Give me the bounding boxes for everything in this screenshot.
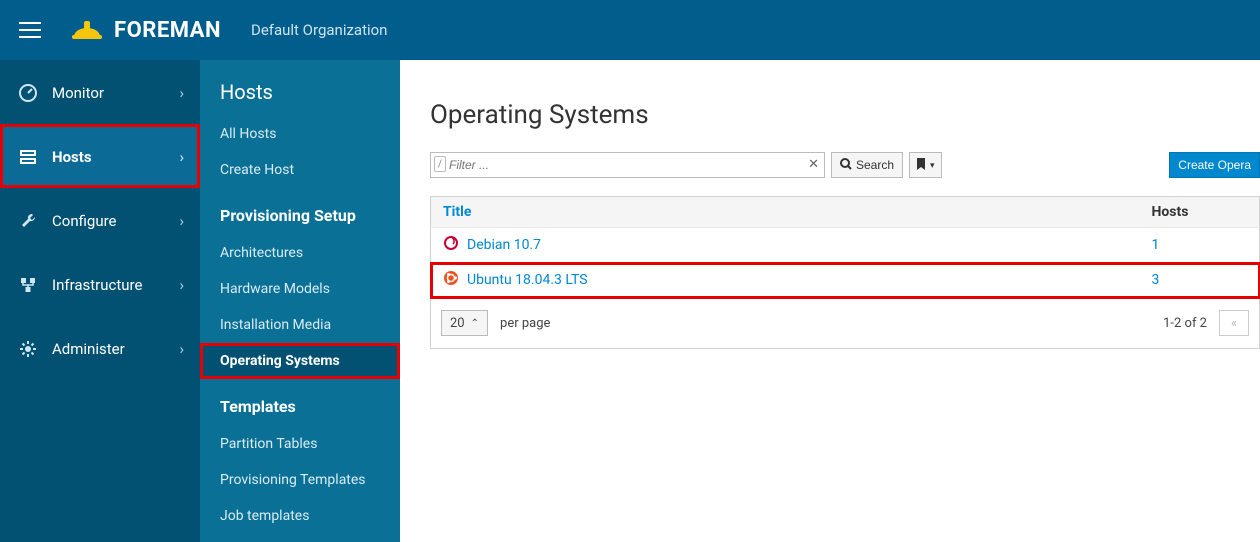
- chevron-down-icon: ▾: [930, 160, 935, 171]
- top-bar: FOREMAN Default Organization: [0, 0, 1260, 60]
- toolbar: / ✕ Search ▾ Create Opera: [430, 152, 1260, 178]
- brand-text: FOREMAN: [114, 18, 221, 43]
- filter-input[interactable]: [430, 152, 825, 178]
- sidebar-item-label: Infrastructure: [52, 276, 142, 294]
- col-title[interactable]: Title: [431, 197, 1140, 228]
- slash-shortcut-icon: /: [434, 156, 446, 172]
- table-row: Ubuntu 18.04.3 LTS 3: [431, 263, 1260, 298]
- per-page-label: per page: [500, 316, 550, 331]
- secondary-sidebar-title: Hosts: [200, 80, 400, 116]
- sec-link-architectures[interactable]: Architectures: [200, 235, 400, 271]
- pagination-bar: 20 ⌃ per page 1-2 of 2 «: [430, 298, 1260, 349]
- main-content: Operating Systems / ✕ Search ▾ Create Op…: [400, 60, 1260, 542]
- search-button-label: Search: [856, 158, 894, 172]
- bookmark-dropdown[interactable]: ▾: [909, 152, 942, 178]
- chevron-right-icon: ›: [179, 148, 184, 166]
- sec-heading-provisioning: Provisioning Setup: [200, 188, 400, 235]
- page-first-button[interactable]: «: [1219, 310, 1249, 336]
- dashboard-icon: [18, 84, 38, 102]
- sidebar-item-configure[interactable]: Configure ›: [0, 188, 200, 252]
- per-page-selector[interactable]: 20 ⌃: [441, 310, 488, 336]
- wrench-icon: [18, 212, 38, 230]
- ubuntu-icon: [443, 270, 459, 290]
- chevron-right-icon: ›: [179, 212, 184, 230]
- sidebar-item-monitor[interactable]: Monitor ›: [0, 60, 200, 124]
- hosts-count-link[interactable]: 3: [1152, 272, 1160, 288]
- organization-selector[interactable]: Default Organization: [251, 21, 388, 39]
- hosts-count-link[interactable]: 1: [1152, 237, 1160, 253]
- infra-icon: [18, 276, 38, 294]
- sec-link-provisioning-templates[interactable]: Provisioning Templates: [200, 462, 400, 498]
- chevron-right-icon: ›: [179, 340, 184, 358]
- pagination-summary: 1-2 of 2: [1163, 316, 1207, 331]
- filter-wrap: / ✕: [430, 152, 825, 178]
- sec-heading-templates: Templates: [200, 379, 400, 426]
- col-hosts: Hosts: [1140, 197, 1260, 228]
- operating-systems-table: Title Hosts Debian 10.7 1: [430, 196, 1260, 298]
- sidebar-item-administer[interactable]: Administer ›: [0, 316, 200, 380]
- sidebar-item-label: Hosts: [52, 148, 92, 166]
- primary-sidebar: Monitor › Hosts › Configure › Infrastruc…: [0, 60, 200, 542]
- sec-link-job-templates[interactable]: Job templates: [200, 498, 400, 534]
- os-link-debian[interactable]: Debian 10.7: [467, 237, 541, 253]
- sec-link-create-host[interactable]: Create Host: [200, 152, 400, 188]
- sec-link-operating-systems[interactable]: Operating Systems: [200, 343, 400, 379]
- secondary-sidebar: Hosts All Hosts Create Host Provisioning…: [200, 60, 400, 542]
- chevron-right-icon: ›: [179, 84, 184, 102]
- sidebar-item-hosts[interactable]: Hosts ›: [0, 124, 200, 188]
- hamburger-menu-icon[interactable]: [10, 10, 50, 50]
- hosts-icon: [18, 148, 38, 166]
- sec-link-hardware-models[interactable]: Hardware Models: [200, 271, 400, 307]
- sec-link-all-hosts[interactable]: All Hosts: [200, 116, 400, 152]
- sidebar-item-label: Configure: [52, 212, 117, 230]
- foreman-helmet-icon: [70, 17, 104, 43]
- table-row: Debian 10.7 1: [431, 228, 1260, 263]
- table-header-row: Title Hosts: [431, 197, 1260, 228]
- bookmark-icon: [916, 158, 926, 173]
- search-icon: [840, 158, 852, 173]
- clear-filter-icon[interactable]: ✕: [808, 157, 819, 172]
- brand-logo[interactable]: FOREMAN: [70, 17, 221, 43]
- sec-link-partition-tables[interactable]: Partition Tables: [200, 426, 400, 462]
- chevron-up-icon: ⌃: [471, 318, 479, 329]
- create-operating-system-button[interactable]: Create Opera: [1169, 152, 1260, 178]
- sec-link-installation-media[interactable]: Installation Media: [200, 307, 400, 343]
- page-title: Operating Systems: [430, 100, 1260, 130]
- chevron-right-icon: ›: [179, 276, 184, 294]
- sidebar-item-label: Administer: [52, 340, 125, 358]
- per-page-value: 20: [450, 316, 465, 331]
- gear-icon: [18, 340, 38, 358]
- debian-icon: [443, 235, 459, 255]
- search-button[interactable]: Search: [831, 152, 903, 178]
- sidebar-item-label: Monitor: [52, 84, 104, 102]
- os-link-ubuntu[interactable]: Ubuntu 18.04.3 LTS: [467, 272, 588, 288]
- sidebar-item-infrastructure[interactable]: Infrastructure ›: [0, 252, 200, 316]
